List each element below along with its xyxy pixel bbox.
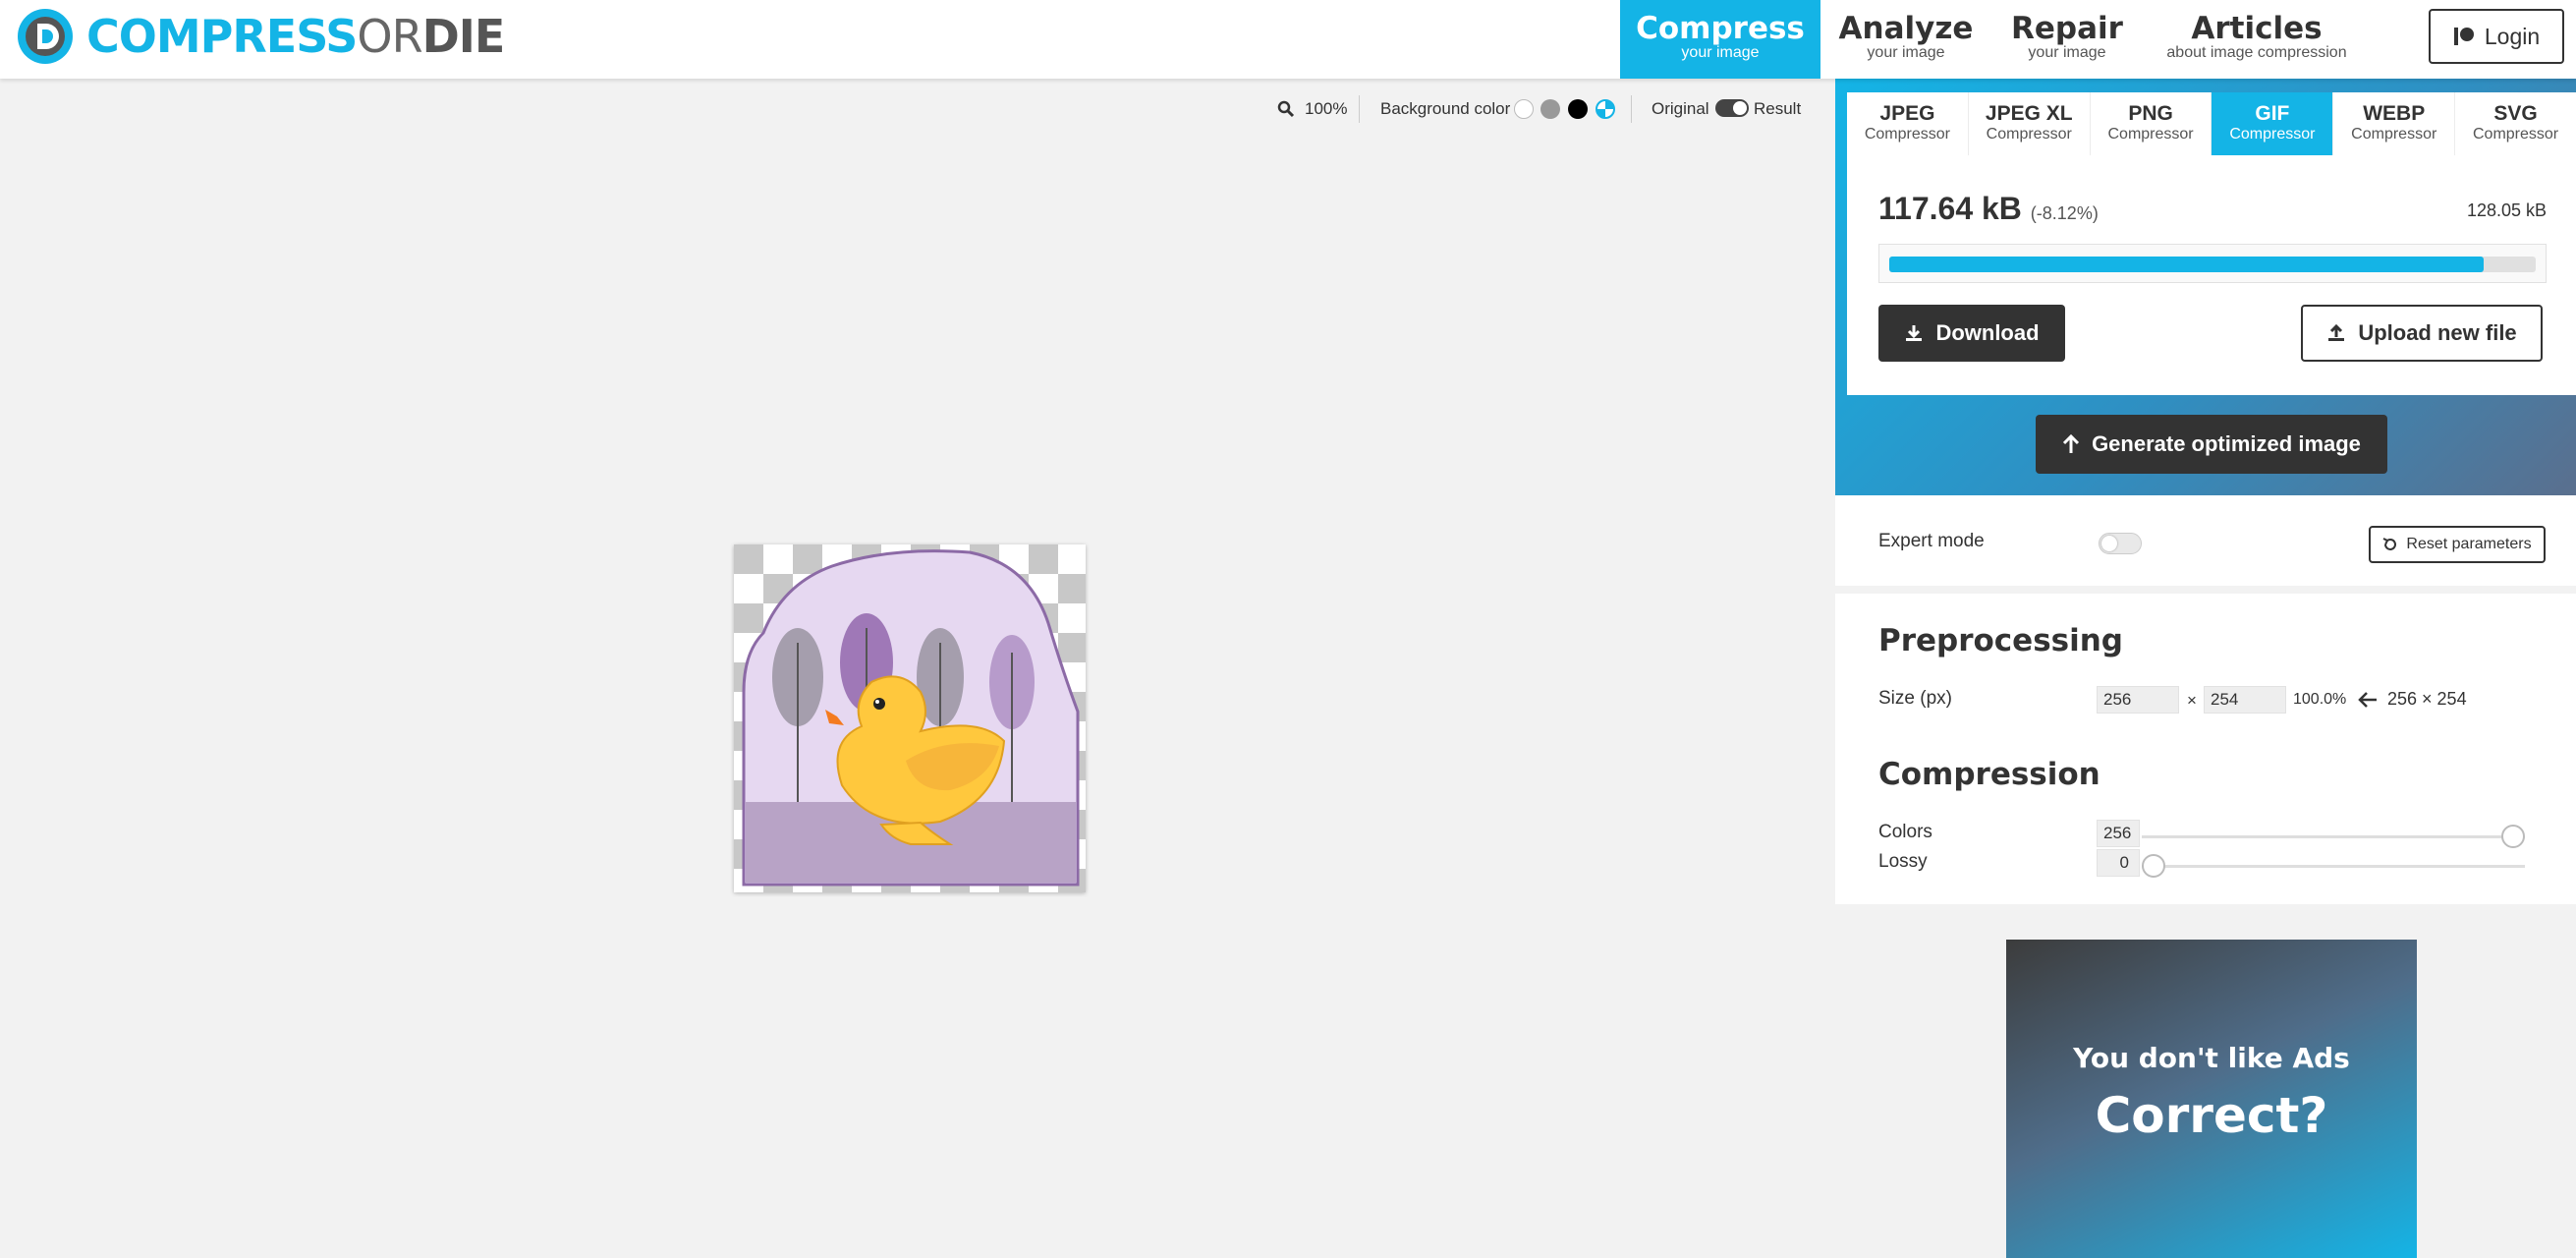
arrow-up-icon (2063, 434, 2080, 453)
scale-percent: 100.0% (2293, 691, 2347, 708)
preprocessing-heading: Preprocessing (1878, 623, 2123, 658)
upload-icon (2328, 323, 2345, 341)
top-header: COMPRESSORDIE Compress your image Analyz… (0, 0, 2576, 79)
login-button[interactable]: Login (2429, 9, 2564, 64)
nav-repair-label: Repair (2011, 11, 2123, 46)
tab-png[interactable]: PNG Compressor (2091, 92, 2212, 155)
nav-articles-sub: about image compression (2166, 44, 2347, 61)
generate-optimized-button[interactable]: Generate optimized image (2036, 415, 2387, 474)
bg-transparent-swatch[interactable] (1596, 99, 1615, 119)
nav-articles[interactable]: Articles about image compression (2156, 0, 2358, 79)
reset-parameters-button[interactable]: Reset parameters (2369, 526, 2546, 563)
bg-white-swatch[interactable] (1514, 99, 1534, 119)
expert-mode-toggle[interactable] (2099, 533, 2142, 554)
download-button[interactable]: Download (1878, 305, 2065, 362)
logo-wordmark: COMPRESSORDIE (86, 10, 505, 63)
ad-line-1: You don't like Ads (2073, 1042, 2350, 1074)
lossy-input[interactable]: 0 (2097, 849, 2140, 877)
ad-banner[interactable]: You don't like Ads Correct? (2006, 940, 2417, 1258)
original-result-toggle[interactable] (1715, 99, 1749, 117)
toolbar-divider (1359, 95, 1360, 123)
tab-webp[interactable]: WEBP Compressor (2333, 92, 2456, 155)
nav-compress[interactable]: Compress your image (1620, 0, 1820, 79)
lossy-slider-handle[interactable] (2142, 854, 2165, 878)
compression-heading: Compression (1878, 757, 2100, 792)
patreon-icon (2453, 28, 2474, 45)
result-label: Result (1754, 99, 1802, 118)
tab-jpeg[interactable]: JPEG Compressor (1847, 92, 1969, 155)
panel-header-gradient: JPEG Compressor JPEG XL Compressor PNG Comp… (1835, 79, 2576, 495)
nav-compress-sub: your image (1681, 44, 1760, 61)
original-label: Original (1652, 99, 1709, 118)
colors-slider-track[interactable] (2142, 835, 2525, 838)
upload-new-file-button[interactable]: Upload new file (2301, 305, 2543, 362)
compressed-size: 117.64 kB (-8.12%) (1878, 191, 2099, 226)
reset-icon (2382, 538, 2397, 550)
nav-analyze-label: Analyze (1838, 11, 1974, 46)
width-input[interactable]: 256 (2097, 686, 2179, 714)
tab-svg[interactable]: SVG Compressor (2455, 92, 2576, 155)
arrow-left-icon[interactable] (2358, 691, 2378, 709)
zoom-level: 100% (1305, 99, 1348, 118)
size-change: (-8.12%) (2030, 203, 2099, 223)
background-color-label: Background color (1380, 99, 1511, 118)
tab-gif[interactable]: GIF Compressor (2212, 92, 2334, 155)
logo-icon (18, 9, 73, 64)
login-label: Login (2484, 23, 2541, 49)
nav-analyze-sub: your image (1867, 44, 1945, 61)
nav-articles-label: Articles (2191, 11, 2323, 46)
nav-analyze[interactable]: Analyze your image (1835, 0, 1977, 79)
zoom-control[interactable]: 100% (1277, 94, 1347, 124)
search-icon (1277, 100, 1295, 118)
tab-jpeg-xl[interactable]: JPEG XL Compressor (1969, 92, 2091, 155)
ad-line-2: Correct? (2095, 1087, 2328, 1144)
bg-gray-swatch[interactable] (1540, 99, 1560, 119)
original-size: 128.05 kB (2466, 200, 2547, 220)
original-dimensions: 256 × 254 (2387, 689, 2467, 709)
bg-black-swatch[interactable] (1568, 99, 1588, 119)
lossy-label: Lossy (1878, 851, 1928, 872)
size-ratio-bar (1878, 244, 2547, 283)
height-input[interactable]: 254 (2204, 686, 2286, 714)
colors-input[interactable]: 256 (2097, 820, 2140, 847)
image-preview[interactable] (734, 544, 1086, 892)
colors-label: Colors (1878, 822, 1932, 842)
expert-mode-section: Expert mode Reset parameters (1835, 495, 2576, 586)
nav-repair-sub: your image (2028, 44, 2106, 61)
size-label: Size (px) (1878, 688, 1952, 709)
parameters-section: Preprocessing Size (px) 256 × 254 100.0%… (1835, 594, 2576, 904)
nav-compress-label: Compress (1636, 11, 1805, 46)
download-icon (1906, 325, 1923, 341)
site-logo[interactable]: COMPRESSORDIE (16, 6, 505, 67)
result-summary: 117.64 kB (-8.12%) 128.05 kB Download Up… (1847, 155, 2576, 395)
expert-mode-label: Expert mode (1878, 531, 1985, 551)
toolbar-divider (1631, 95, 1632, 123)
format-tabs: JPEG Compressor JPEG XL Compressor PNG Comp… (1847, 92, 2576, 155)
lossy-slider-track[interactable] (2142, 865, 2525, 868)
times-sign: × (2187, 691, 2197, 710)
size-ratio-fill (1889, 257, 2484, 272)
colors-slider-handle[interactable] (2501, 825, 2525, 848)
nav-repair[interactable]: Repair your image (2000, 0, 2134, 79)
